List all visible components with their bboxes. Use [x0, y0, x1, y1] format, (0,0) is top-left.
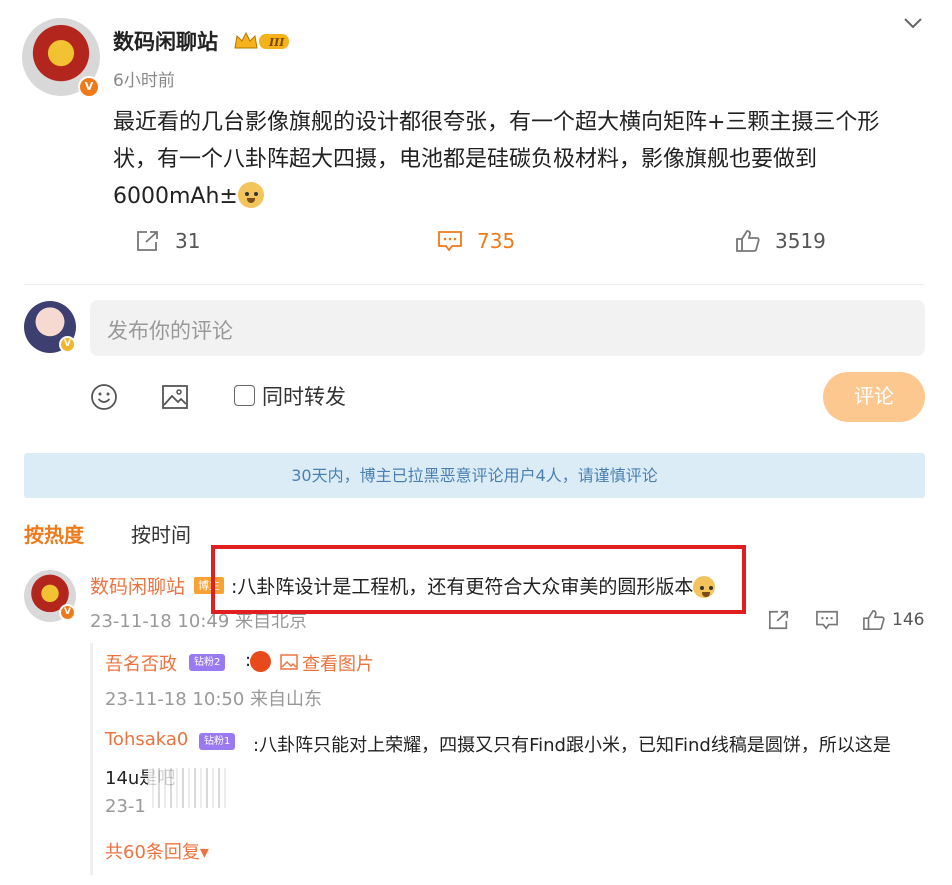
share-icon	[137, 231, 158, 251]
emoji-icon[interactable]	[90, 383, 118, 411]
tab-sort-hot[interactable]: 按热度	[24, 519, 84, 548]
reply-meta: 23-1	[105, 796, 146, 817]
share-icon	[769, 610, 789, 630]
reply-meta: 23-11-18 10:50 来自山东	[105, 689, 323, 710]
thumbs-up-icon	[863, 610, 885, 630]
image-icon[interactable]	[161, 383, 189, 411]
post-text: 最近看的几台影像旗舰的设计都很夸张，有一个超大横向矩阵+三颗主摄三个形状，有一个…	[113, 104, 913, 215]
picture-icon	[280, 654, 298, 670]
submit-comment-button[interactable]: 评论	[823, 372, 925, 422]
share-button[interactable]: 31	[135, 226, 200, 256]
member-crown-icon: III	[234, 31, 289, 49]
verified-badge-small-icon: V	[59, 336, 76, 353]
like-button[interactable]: 3519	[735, 226, 826, 256]
divider	[24, 284, 924, 285]
share-count: 31	[175, 229, 201, 253]
comment-share-button[interactable]	[767, 608, 791, 632]
comment-icon	[438, 231, 462, 252]
comment-icon	[816, 610, 838, 630]
comment-like-button[interactable]: 146	[862, 608, 924, 632]
fan-badge: 钻粉2	[189, 654, 226, 671]
thumbs-up-icon	[736, 230, 760, 252]
chevron-down-icon[interactable]	[903, 16, 923, 30]
more-replies-link[interactable]: 共60条回复▾	[105, 838, 209, 864]
tab-sort-time[interactable]: 按时间	[131, 519, 191, 548]
repost-checkbox[interactable]	[234, 385, 255, 406]
post-text-content: 最近看的几台影像旗舰的设计都很夸张，有一个超大横向矩阵+三颗主摄三个形状，有一个…	[113, 110, 880, 209]
comment-count: 735	[477, 229, 516, 253]
blocked-users-notice: 30天内，博主已拉黑恶意评论用户4人，请谨慎评论	[24, 453, 925, 498]
doge-emoji-icon	[237, 182, 264, 208]
comment-author[interactable]: 数码闲聊站	[90, 572, 185, 599]
crown-level: III	[268, 36, 285, 49]
like-count: 3519	[775, 229, 826, 253]
repost-label[interactable]: 同时转发	[262, 381, 346, 411]
render-glitch	[148, 768, 228, 808]
comment-button[interactable]: 735	[437, 226, 515, 256]
fan-badge-label: 钻粉2	[194, 657, 221, 668]
comment-reply-button[interactable]	[815, 608, 839, 632]
angry-emoji-icon	[250, 651, 271, 672]
red-highlight-box	[211, 545, 746, 614]
comment-input[interactable]: 发布你的评论	[90, 300, 925, 356]
post-time: 6小时前	[113, 71, 175, 91]
verified-badge-icon: V	[78, 76, 100, 98]
post-author[interactable]: 数码闲聊站	[113, 26, 218, 56]
view-image-link[interactable]: 查看图片	[302, 650, 374, 676]
comment-verified-icon: V	[59, 604, 76, 621]
comment-like-count: 146	[892, 610, 925, 630]
reply-author[interactable]: 吾名否政	[105, 650, 177, 676]
